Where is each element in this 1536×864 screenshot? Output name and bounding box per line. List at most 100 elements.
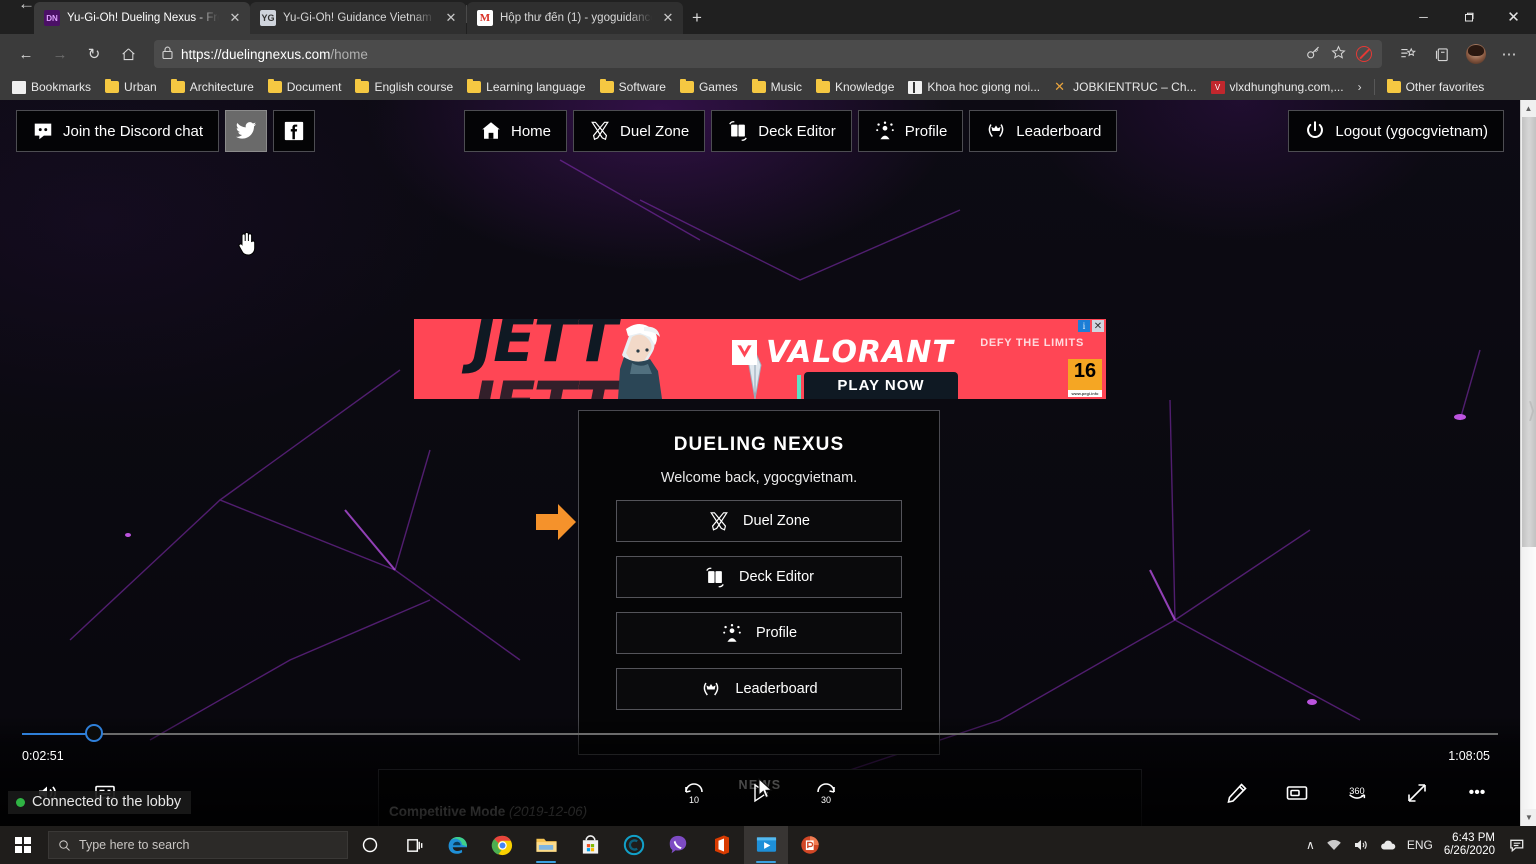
nav-home-button[interactable]: Home — [464, 110, 568, 152]
scrollbar-thumb[interactable] — [1522, 117, 1536, 547]
scroll-up-button[interactable]: ▲ — [1521, 100, 1536, 117]
language-indicator[interactable]: ENG — [1407, 838, 1433, 852]
ad-brand-name: VALORANT — [766, 335, 954, 370]
facebook-button[interactable] — [273, 110, 316, 152]
microsoft-store-button[interactable] — [568, 826, 612, 864]
tray-overflow-button[interactable]: ∧ — [1306, 838, 1315, 852]
collections-favorites-button[interactable] — [1392, 38, 1424, 70]
url-text: https://duelingnexus.com/home — [181, 47, 368, 62]
onedrive-icon[interactable] — [1380, 837, 1396, 853]
bookmark-item[interactable]: Games — [674, 78, 744, 96]
ad-cta-button[interactable]: PLAY NOW — [797, 372, 958, 399]
task-view-button[interactable] — [392, 826, 436, 864]
bookmark-item[interactable]: Learning language — [461, 78, 591, 96]
wifi-icon[interactable] — [1326, 837, 1342, 853]
windows-logo-icon — [15, 837, 31, 853]
taskbar-search-input[interactable]: Type here to search — [48, 831, 348, 859]
back-button[interactable]: ← — [10, 38, 42, 70]
nav-duel-zone-button[interactable]: Duel Zone — [573, 110, 706, 152]
menu-leaderboard-button[interactable]: Leaderboard — [616, 668, 902, 710]
settings-more-button[interactable]: ⋯ — [1494, 38, 1526, 70]
lock-icon — [162, 46, 173, 62]
nav-leaderboard-button[interactable]: Leaderboard — [969, 110, 1118, 152]
bookmark-item[interactable]: Music — [746, 78, 808, 96]
ad-close-icon[interactable]: ✕ — [1092, 320, 1104, 332]
discord-button[interactable]: Join the Discord chat — [16, 110, 220, 152]
clock-date: 6/26/2020 — [1443, 845, 1495, 857]
home-icon — [121, 47, 135, 60]
other-favorites-item[interactable]: Other favorites — [1381, 78, 1491, 96]
bookmark-item[interactable]: Software — [594, 78, 672, 96]
cortana-button[interactable] — [348, 826, 392, 864]
folder-icon — [355, 79, 370, 93]
bookmarks-overflow-button[interactable]: › — [1352, 80, 1368, 94]
close-icon[interactable]: ✕ — [442, 10, 460, 26]
window-back-arrow-icon[interactable]: ← — [18, 0, 35, 12]
nav-deck-editor-button[interactable]: Deck Editor — [711, 110, 852, 152]
chrome-button[interactable] — [480, 826, 524, 864]
tracking-blocked-icon[interactable] — [1356, 46, 1372, 62]
nav-profile-button[interactable]: Profile — [857, 110, 964, 152]
home-button[interactable] — [112, 38, 144, 70]
forward-button[interactable]: → — [44, 38, 76, 70]
menu-deck-editor-button[interactable]: Deck Editor — [616, 556, 902, 598]
crossed-swords-icon — [589, 120, 611, 142]
close-window-button[interactable]: ✕ — [1491, 0, 1536, 34]
key-icon[interactable] — [1306, 45, 1321, 63]
collections-icon — [1435, 47, 1448, 61]
twitter-button[interactable] — [225, 110, 268, 152]
page-content: Join the Discord chat Home Duel Zone Dec… — [0, 100, 1536, 826]
bookmark-item[interactable]: V vlxdhunghung.com,... — [1205, 78, 1350, 96]
scroll-down-button[interactable]: ▼ — [1521, 809, 1536, 826]
adchoices-info-icon[interactable]: i — [1078, 320, 1090, 332]
clock[interactable]: 6:43 PM 6/26/2020 — [1444, 832, 1495, 858]
bookmark-label: English course — [374, 80, 454, 94]
bookmark-item[interactable]: Urban — [99, 78, 163, 96]
bookmark-item[interactable]: Architecture — [165, 78, 260, 96]
logout-label: Logout (ygocgvietnam) — [1335, 122, 1488, 140]
file-explorer-button[interactable] — [524, 826, 568, 864]
refresh-button[interactable]: ↻ — [78, 38, 110, 70]
profile-button[interactable] — [1460, 38, 1492, 70]
logout-button[interactable]: Logout (ygocgvietnam) — [1288, 110, 1504, 152]
folder-icon — [467, 79, 482, 93]
favorite-star-icon[interactable] — [1331, 45, 1346, 63]
tab-title: Hộp thư đến (1) - ygoguidance@ — [500, 12, 652, 24]
bookmark-item[interactable]: ✕ JOBKIENTRUC – Ch... — [1048, 78, 1202, 96]
action-center-icon[interactable] — [1506, 826, 1528, 864]
new-tab-button[interactable]: + — [683, 4, 711, 32]
powerpoint-button[interactable] — [788, 826, 832, 864]
bookmarks-bar: Bookmarks Urban Architecture Document En… — [0, 74, 1536, 100]
chevron-right-icon[interactable]: ⟩ — [1527, 398, 1536, 424]
powerpoint-icon — [801, 836, 819, 854]
browser-tab[interactable]: YG Yu-Gi-Oh! Guidance Vietnam - H ✕ — [250, 2, 466, 34]
browser-tab[interactable]: M Hộp thư đến (1) - ygoguidance@ ✕ — [467, 2, 683, 34]
menu-duel-zone-button[interactable]: Duel Zone — [616, 500, 902, 542]
discord-button-label: Join the Discord chat — [63, 122, 204, 140]
edge-button[interactable] — [436, 826, 480, 864]
coccoc-button[interactable] — [612, 826, 656, 864]
welcome-message: Welcome back, ygocgvietnam. — [660, 470, 858, 486]
bookmark-item[interactable]: English course — [349, 78, 459, 96]
minimize-button[interactable]: ─ — [1401, 0, 1446, 34]
office-button[interactable] — [700, 826, 744, 864]
annotation-arrow-icon — [536, 504, 576, 540]
volume-icon[interactable] — [1353, 837, 1369, 853]
close-icon[interactable]: ✕ — [659, 10, 677, 26]
viber-button[interactable] — [656, 826, 700, 864]
start-button[interactable] — [0, 826, 46, 864]
bookmark-item[interactable]: Bookmarks — [6, 78, 97, 96]
page-scrollbar[interactable]: ▲ ⟩ ▼ — [1520, 100, 1536, 826]
windows-taskbar: Type here to search ∧ ENG 6:43 PM 6/26/2… — [0, 826, 1536, 864]
browser-tab[interactable]: DN Yu-Gi-Oh! Dueling Nexus - Free ✕ — [34, 2, 250, 34]
movies-tv-button[interactable] — [744, 826, 788, 864]
maximize-button[interactable] — [1446, 0, 1491, 34]
address-bar[interactable]: https://duelingnexus.com/home — [154, 40, 1382, 68]
close-icon[interactable]: ✕ — [226, 10, 244, 26]
bookmark-item[interactable]: Khoa hoc giong noi... — [902, 78, 1046, 96]
bookmark-item[interactable]: Knowledge — [810, 78, 900, 96]
bookmark-item[interactable]: Document — [262, 78, 348, 96]
advertisement-banner[interactable]: JETT JETT — [414, 319, 1106, 399]
collections-button[interactable] — [1426, 38, 1458, 70]
menu-profile-button[interactable]: Profile — [616, 612, 902, 654]
